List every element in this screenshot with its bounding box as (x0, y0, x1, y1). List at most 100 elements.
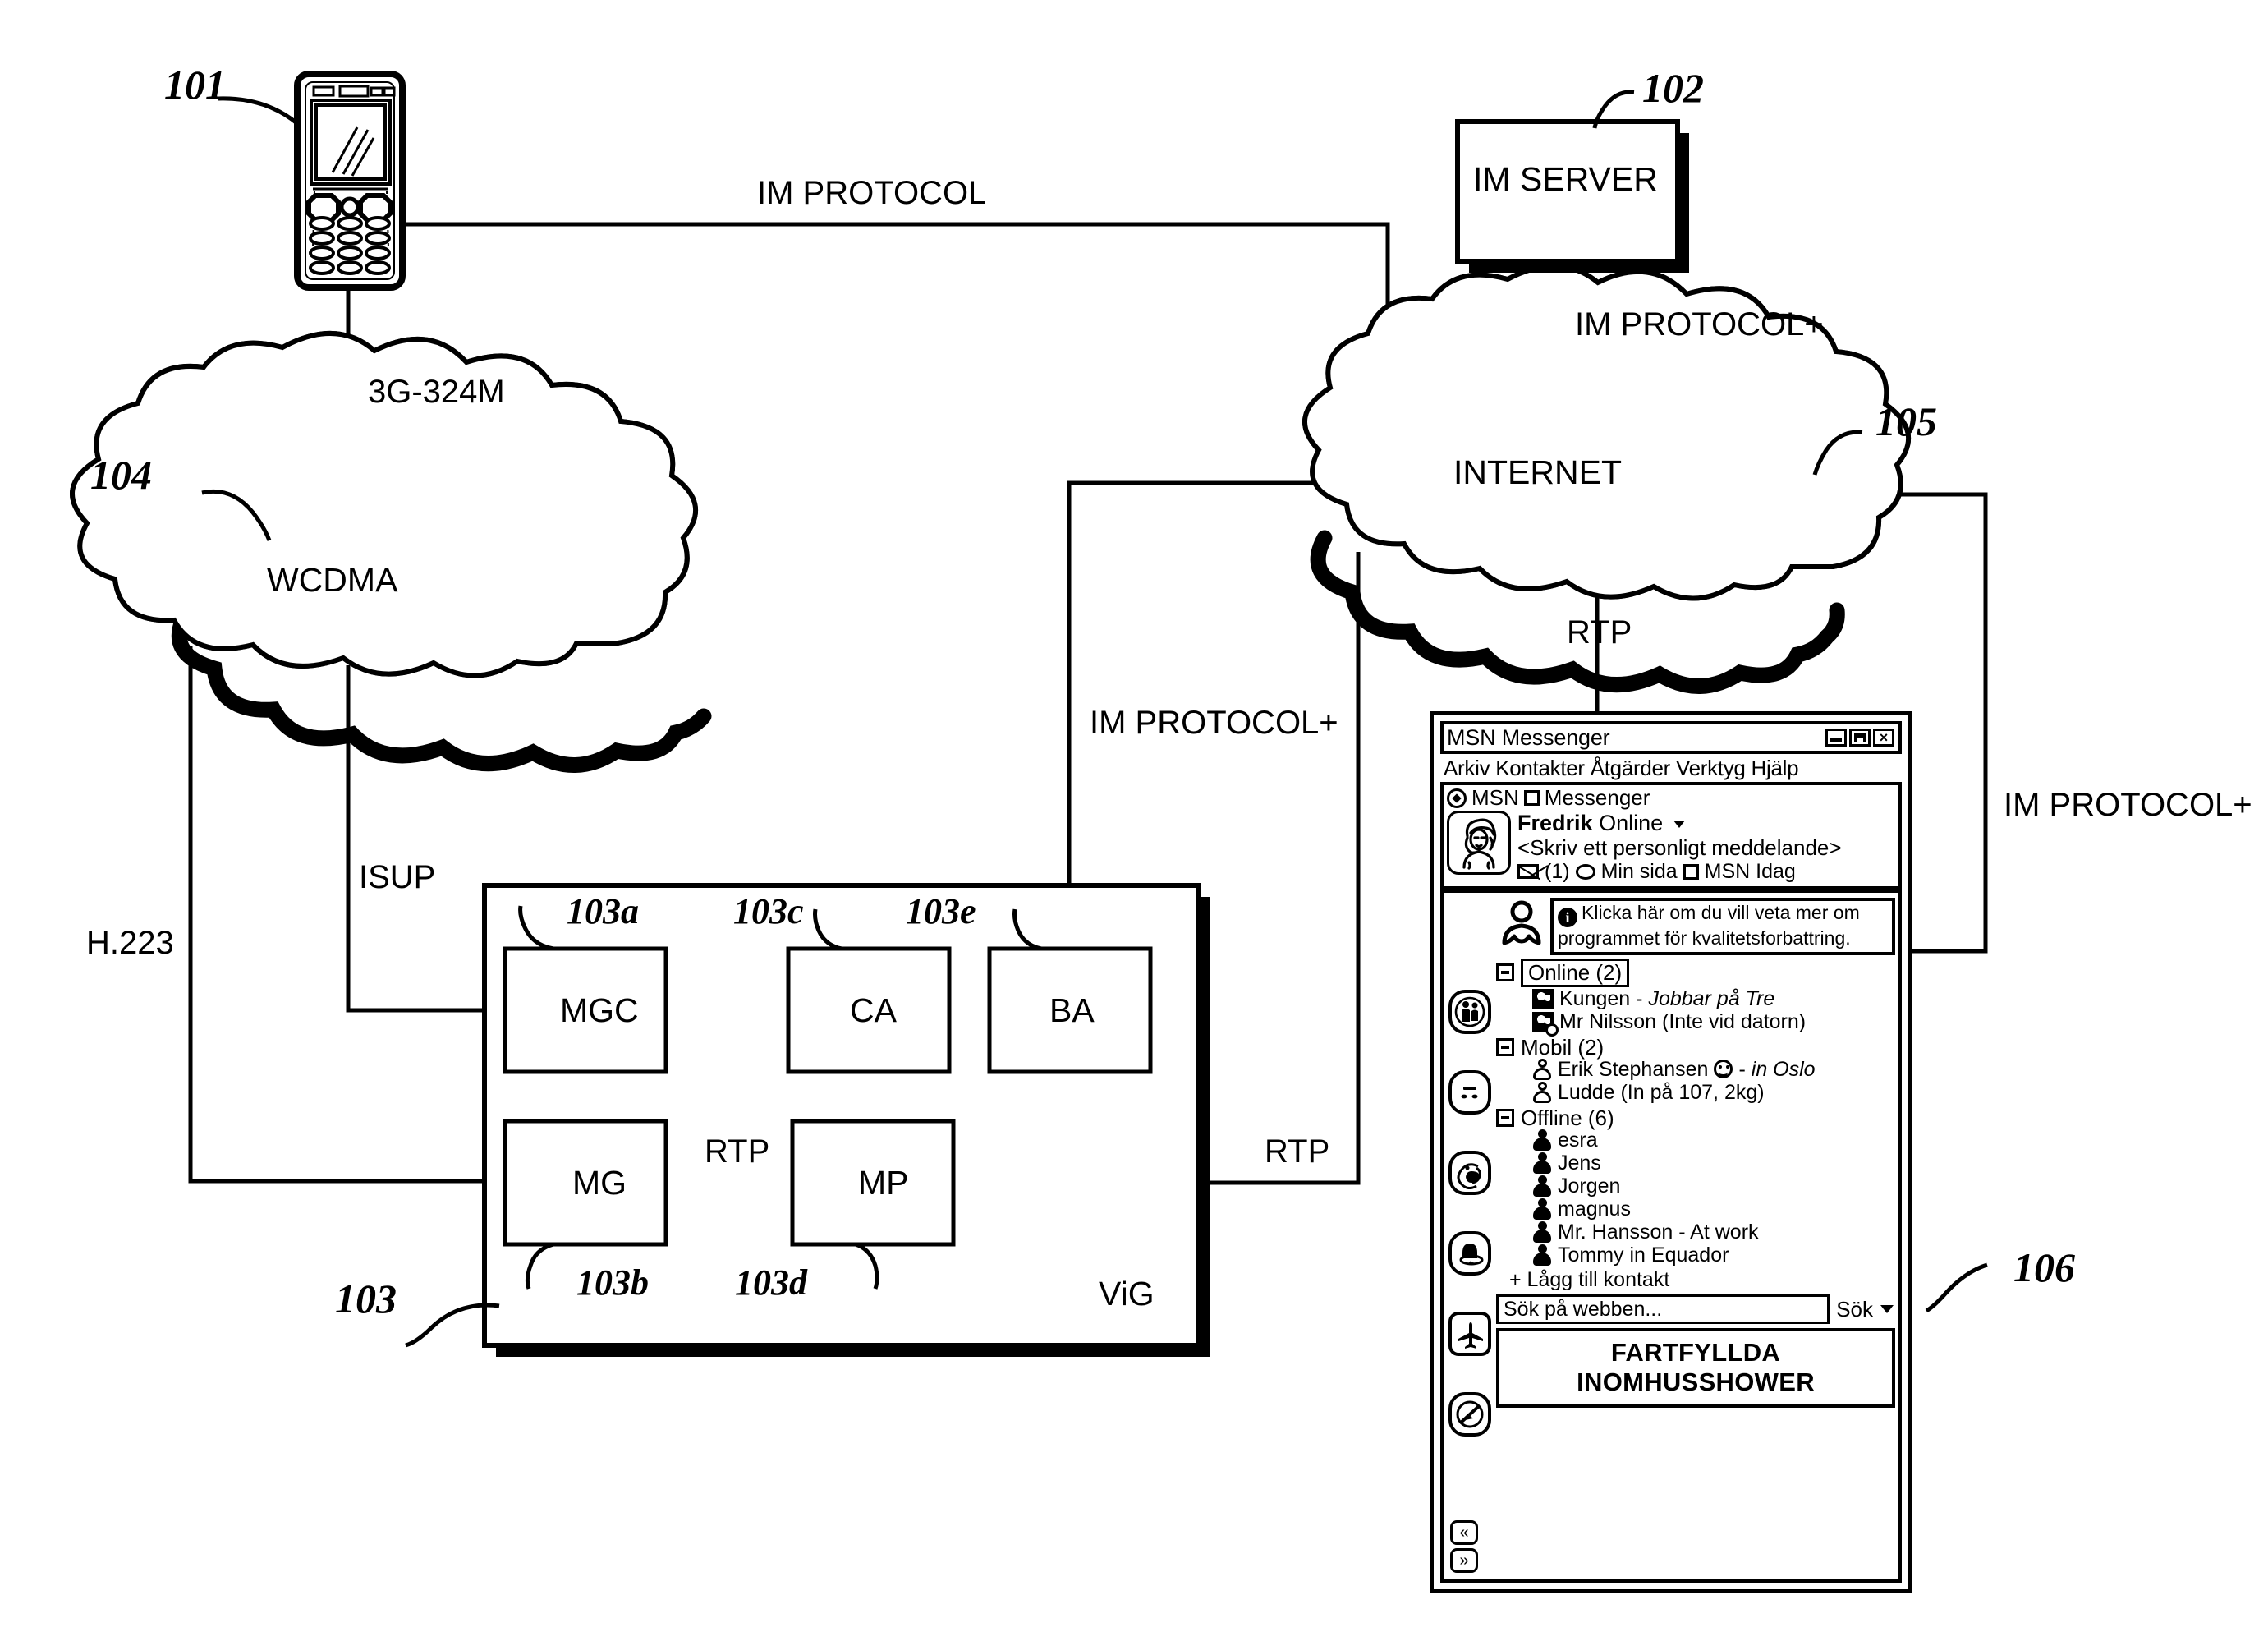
personal-message[interactable]: <Skriv ett personligt meddelande> (1517, 835, 1895, 860)
msn-idag-label[interactable]: MSN Idag (1705, 860, 1796, 884)
chevron-down-icon[interactable] (1880, 1305, 1894, 1314)
ref-101: 101 (164, 62, 226, 108)
link-label-im-protocol-plus-vig: IM PROTOCOL+ (1090, 705, 1338, 741)
msn-idag-icon[interactable] (1683, 863, 1699, 880)
menu-bar[interactable]: Arkiv Kontakter Åtgärder Verktyg Hjälp (1440, 754, 1902, 782)
list-item[interactable]: Kungen - Jobbar på Tre (1532, 987, 1895, 1010)
close-icon[interactable]: × (1873, 729, 1894, 747)
search-input[interactable]: Sök på webben... (1496, 1294, 1830, 1325)
people-couple-icon[interactable] (1448, 990, 1491, 1035)
avatar[interactable] (1447, 811, 1511, 876)
avatar-portrait-icon (1462, 818, 1497, 870)
wcdma-label: WCDMA (267, 561, 398, 599)
user-name: Fredrik (1517, 811, 1593, 836)
link-isup (346, 665, 505, 1013)
group-label: Online (2) (1521, 958, 1630, 987)
list-item[interactable]: Jorgen (1532, 1175, 1895, 1198)
contact-name: Kungen - (1559, 986, 1643, 1010)
contact-name: Ludde (In på 107, 2kg) (1558, 1080, 1765, 1104)
web-search-row[interactable]: Sök på webben... Sök (1496, 1294, 1895, 1325)
advertisement-banner[interactable]: FARTFYLLDA INOMHUSSHOWER (1496, 1328, 1895, 1409)
group-header-offline[interactable]: Offline (6) (1496, 1107, 1895, 1129)
ref-103c: 103c (733, 891, 804, 931)
contact-name: Tommy in Equador (1558, 1243, 1729, 1267)
block-label-mgc: MGC (560, 991, 639, 1029)
ref-103e: 103e (906, 891, 976, 931)
contact-offline-icon (1532, 1244, 1552, 1266)
search-button[interactable]: Sök (1836, 1297, 1895, 1322)
user-status: Online (1599, 811, 1664, 836)
contact-offline-icon (1532, 1221, 1552, 1243)
list-item[interactable]: magnus (1532, 1198, 1895, 1221)
quality-program-notice[interactable]: i Klicka här om du vill veta mer om progr… (1550, 898, 1895, 955)
contact-mobile-icon (1532, 1058, 1552, 1080)
bell-icon[interactable] (1448, 1231, 1491, 1276)
ad-line-1: FARTFYLLDA (1610, 1338, 1781, 1368)
contact-dash: - (1738, 1057, 1746, 1081)
ref-103d: 103d (735, 1262, 807, 1303)
collapse-icon[interactable] (1496, 1108, 1514, 1127)
leader-106 (1925, 1262, 1988, 1313)
group-header-mobil[interactable]: Mobil (2) (1496, 1037, 1895, 1058)
window-controls[interactable]: × (1825, 729, 1894, 747)
minimize-icon[interactable] (1825, 729, 1847, 747)
list-item[interactable]: Mr. Hansson - At work (1532, 1221, 1895, 1244)
no-entry-icon[interactable] (1448, 1392, 1491, 1437)
msn-messenger-window[interactable]: MSN Messenger × Arkiv Kontakter Åtgärder… (1430, 711, 1912, 1593)
mobile-phone-graphic (294, 71, 406, 291)
scroll-up-icon[interactable]: « (1450, 1520, 1478, 1545)
creature-icon[interactable] (1448, 1151, 1491, 1196)
ref-106: 106 (2013, 1244, 2075, 1290)
internet-label: INTERNET (1453, 453, 1622, 491)
group-header-online[interactable]: Online (2) (1496, 958, 1895, 987)
list-item[interactable]: Tommy in Equador (1532, 1244, 1895, 1267)
maximize-icon[interactable] (1849, 729, 1871, 747)
contact-name: esra (1558, 1128, 1598, 1152)
ref-105: 105 (1875, 398, 1937, 444)
contact-list: i Klicka här om du vill veta mer om progr… (1494, 893, 1898, 1579)
patent-figure-canvas: 101 102 104 105 106 103 103a 103c 103e 1… (0, 0, 2268, 1632)
min-sida-label[interactable]: Min sida (1601, 860, 1678, 884)
collapse-icon[interactable] (1496, 963, 1514, 982)
identity-shortcuts[interactable]: (1) Min sida MSN Idag (1517, 860, 1895, 884)
collapse-icon[interactable] (1496, 1037, 1514, 1056)
info-icon: i (1558, 908, 1577, 928)
contact-name: Mr Nilsson (Inte vid datorn) (1559, 1009, 1807, 1033)
link-label-rtp-inner: RTP (705, 1133, 770, 1170)
icon-sidebar[interactable]: « » (1444, 893, 1494, 1579)
block-label-ca: CA (850, 991, 897, 1029)
identity-status-line[interactable]: Fredrik Online (1517, 811, 1895, 835)
min-sida-icon[interactable] (1575, 863, 1595, 880)
msn-butterfly-icon (1447, 788, 1467, 808)
contact-offline-icon (1532, 1152, 1552, 1174)
contact-list-panel: « » i Klicka här om du vill veta mer om … (1440, 890, 1902, 1583)
notice-text: Klicka här om du vill veta mer om progra… (1558, 902, 1860, 949)
group-label: Offline (6) (1521, 1105, 1614, 1130)
ad-line-2: INOMHUSSHOWER (1577, 1368, 1815, 1397)
scroll-down-icon[interactable]: » (1450, 1548, 1478, 1573)
face-icon[interactable] (1448, 1070, 1491, 1115)
brand-square-icon (1523, 790, 1540, 807)
list-item[interactable]: Jens (1532, 1152, 1895, 1175)
scroll-buttons[interactable]: « » (1450, 1520, 1478, 1573)
contact-duo-icon (1532, 988, 1554, 1009)
mail-envelope-icon[interactable] (1517, 864, 1539, 880)
list-item[interactable]: esra (1532, 1129, 1895, 1152)
list-item[interactable]: Mr Nilsson (Inte vid datorn) (1532, 1009, 1895, 1037)
notice-row: i Klicka här om du vill veta mer om progr… (1496, 898, 1895, 955)
airplane-icon[interactable] (1448, 1312, 1491, 1357)
person-silhouette-icon (1496, 898, 1547, 949)
contact-name: Jens (1558, 1151, 1601, 1175)
link-label-im-protocol: IM PROTOCOL (757, 175, 987, 211)
list-item[interactable]: Ludde (In på 107, 2kg) (1532, 1081, 1895, 1104)
add-contact-link[interactable]: + Lågg till kontakt (1509, 1268, 1895, 1292)
contact-name: Erik Stephansen (1558, 1057, 1709, 1081)
contact-status: Jobbar på Tre (1648, 986, 1775, 1010)
vig-label: ViG (1099, 1275, 1155, 1312)
ref-103a: 103a (567, 891, 639, 931)
link-label-3g-324m: 3G-324M (368, 374, 505, 410)
list-item[interactable]: Erik Stephansen - in Oslo (1532, 1058, 1895, 1081)
chevron-down-icon[interactable] (1673, 821, 1685, 829)
ref-103: 103 (335, 1276, 397, 1322)
block-label-ba: BA (1049, 991, 1095, 1029)
